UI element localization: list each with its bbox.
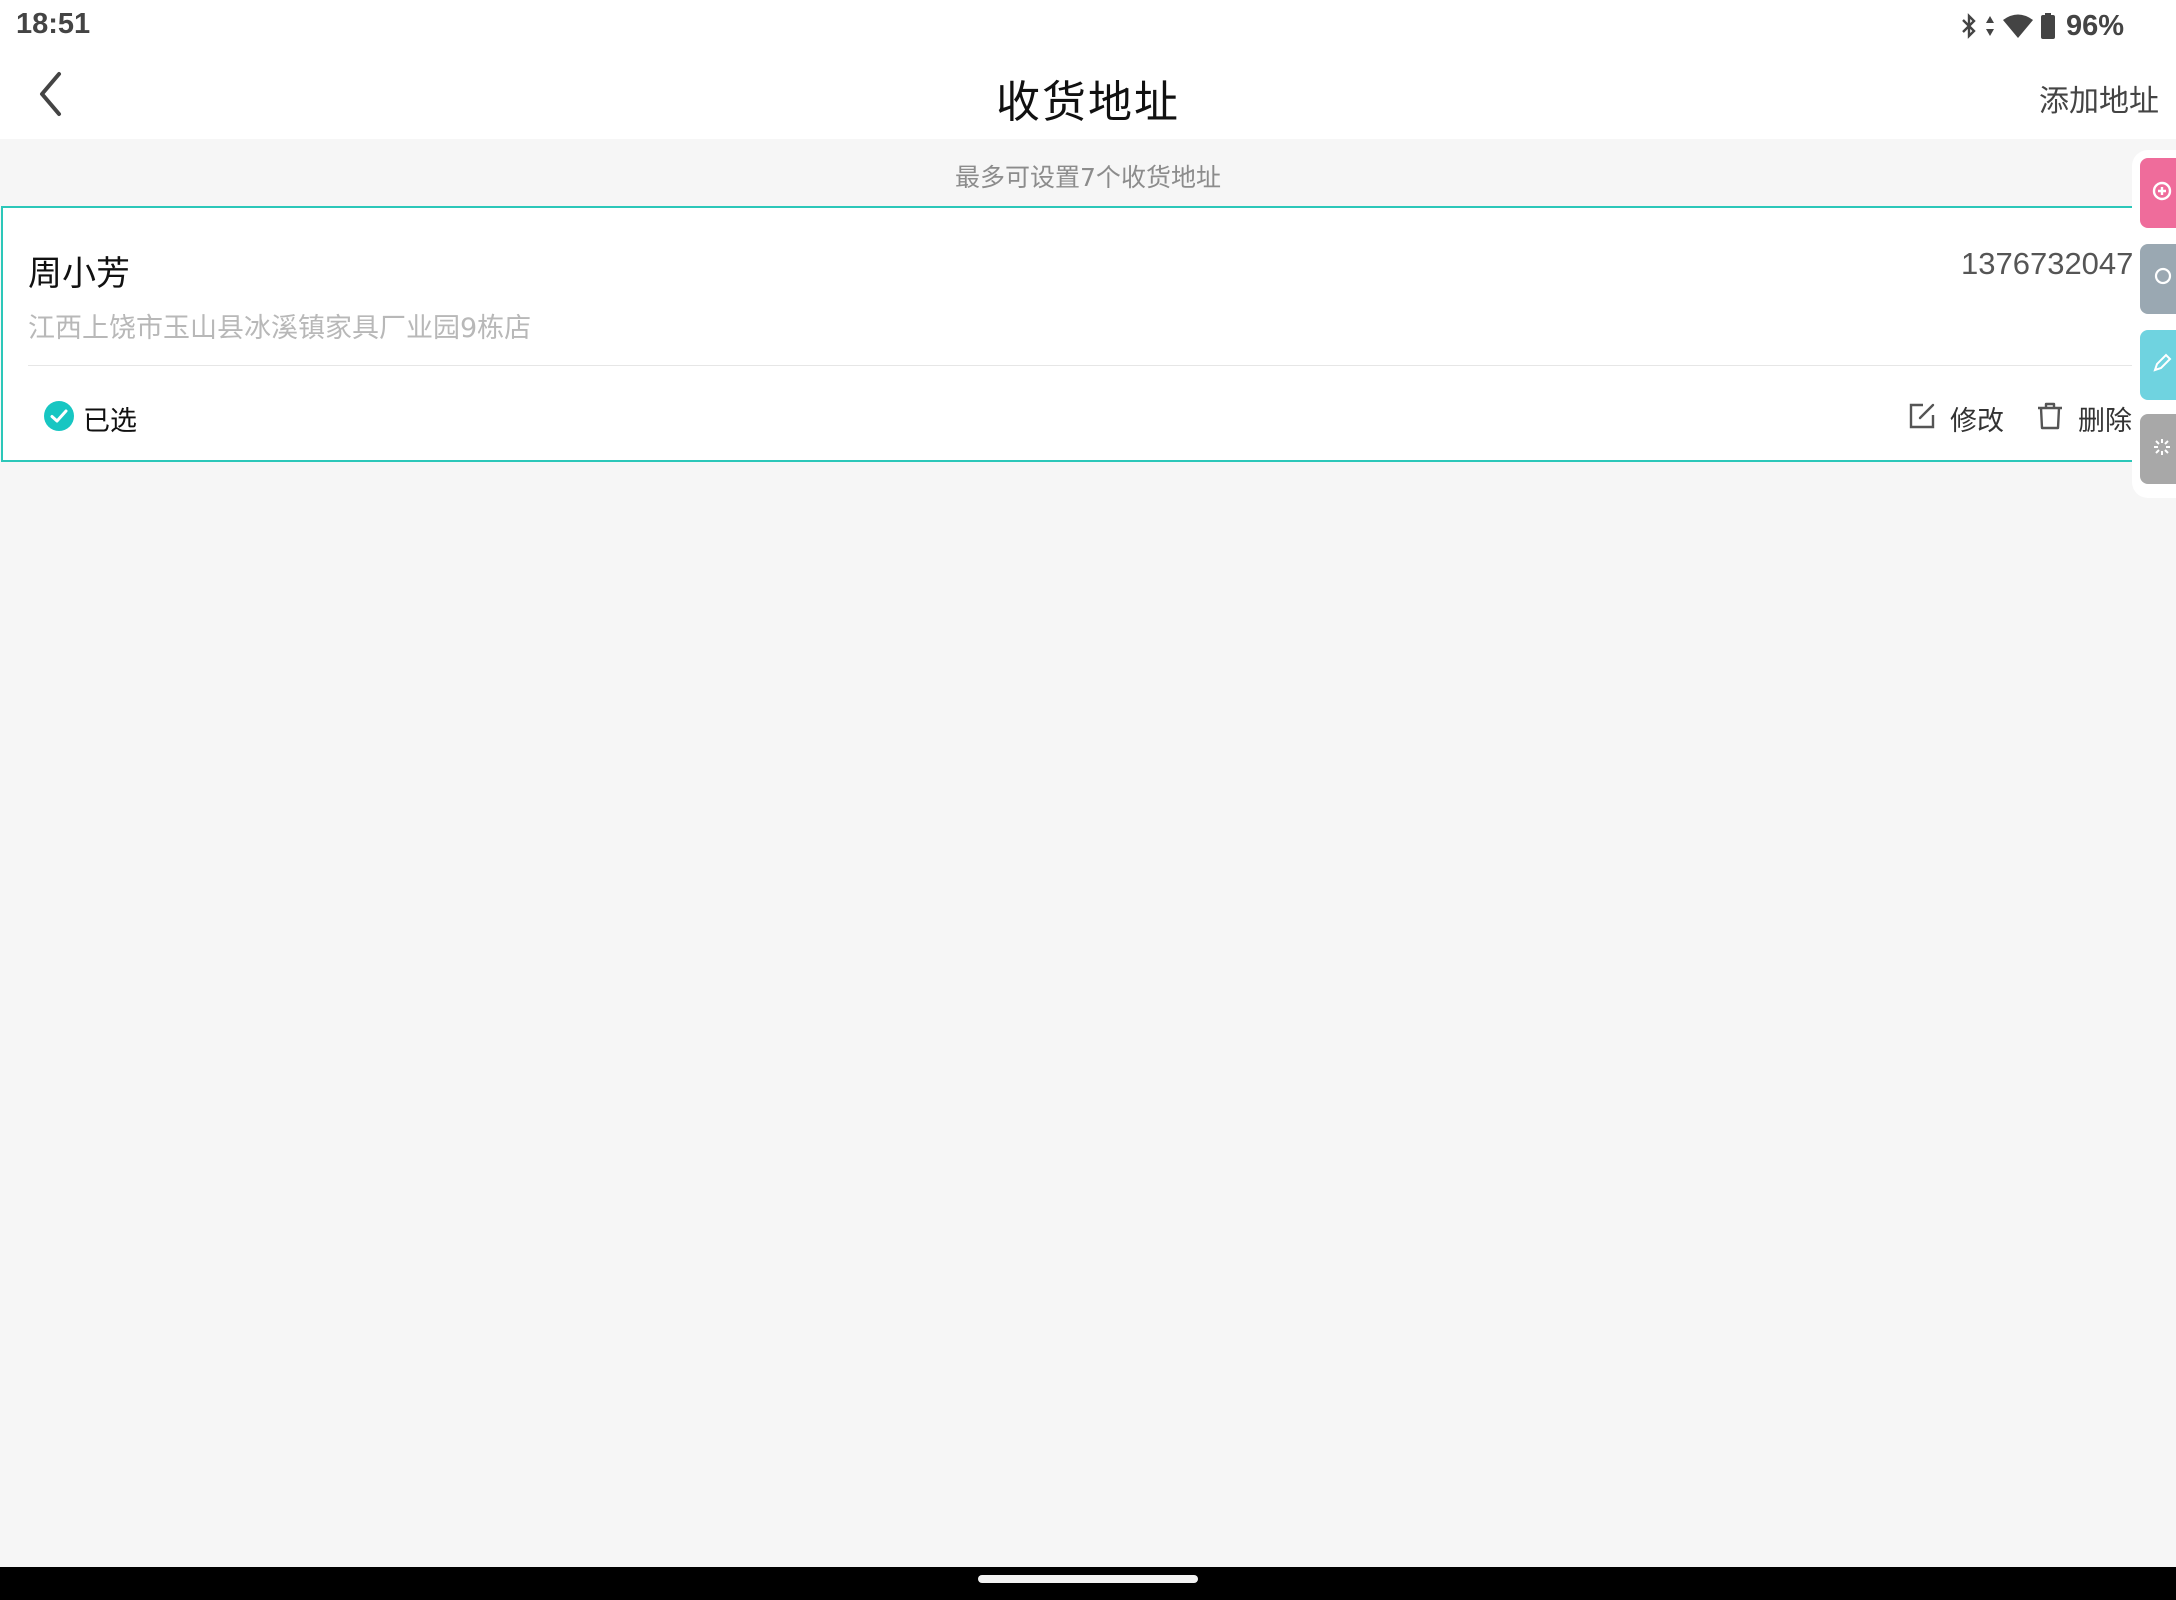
floating-side-dock: [2132, 150, 2176, 498]
bluetooth-icon: [1960, 13, 1978, 39]
pen-icon: [2152, 353, 2172, 377]
battery-icon: [2040, 12, 2056, 40]
edit-button[interactable]: 修改: [1908, 398, 2004, 438]
dock-sparkle-button[interactable]: [2140, 414, 2176, 484]
delete-button[interactable]: 删除: [2036, 398, 2132, 438]
dock-search-button[interactable]: [2140, 244, 2176, 314]
add-address-button[interactable]: 添加地址: [2039, 76, 2159, 120]
status-time: 18:51: [16, 8, 91, 40]
dock-add-button[interactable]: [2140, 158, 2176, 228]
app-bar: 收货地址 添加地址: [0, 52, 2176, 139]
recipient-phone: 13767320477: [1961, 246, 2151, 281]
dock-pen-button[interactable]: [2140, 330, 2176, 400]
sparkle-icon: [2152, 437, 2172, 461]
search-icon: [2152, 267, 2172, 291]
add-circle-icon: [2152, 181, 2172, 205]
recipient-name: 周小芳: [28, 254, 130, 294]
data-arrows-icon: [1984, 14, 1996, 38]
divider: [28, 365, 2149, 366]
status-icons: 96%: [1960, 8, 2124, 44]
delete-label: 删除: [2078, 405, 2132, 437]
edit-icon: [1908, 402, 1936, 434]
selected-label: 已选: [83, 405, 137, 437]
page-title: 收货地址: [996, 77, 1180, 128]
wifi-icon: [2002, 13, 2034, 39]
navigation-bar: [0, 1567, 2176, 1600]
home-indicator[interactable]: [978, 1575, 1198, 1583]
trash-icon: [2036, 402, 2064, 434]
selected-toggle[interactable]: 已选: [43, 398, 137, 438]
battery-percent: 96%: [2065, 9, 2124, 42]
status-bar: 18:51 96%: [0, 0, 2176, 52]
edit-label: 修改: [1950, 405, 2004, 437]
recipient-address: 江西上饶市玉山县冰溪镇家具厂业园9栋店: [28, 313, 532, 344]
address-limit-hint: 最多可设置7个收货地址: [955, 163, 1221, 192]
check-circle-icon: [43, 400, 75, 436]
address-card[interactable]: 周小芳 13767320477 江西上饶市玉山县冰溪镇家具厂业园9栋店 已选 修…: [1, 206, 2151, 462]
